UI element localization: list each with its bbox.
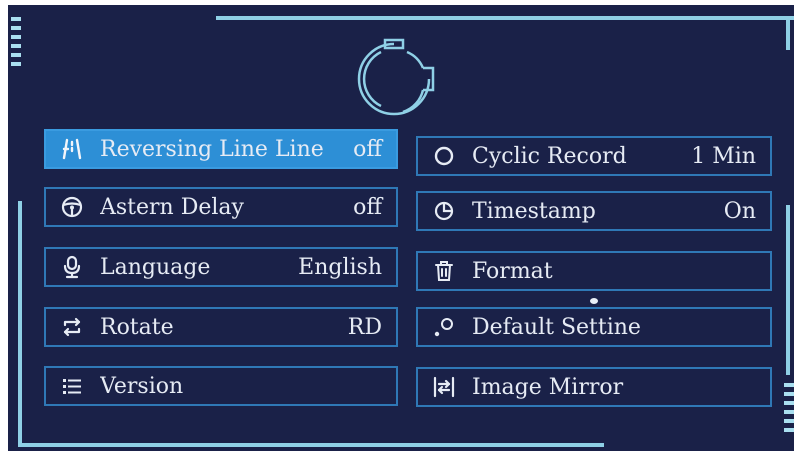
settings-gear-icon [357,38,435,116]
rotate-icon [58,313,86,341]
menu-item-label: Astern Delay [100,194,244,220]
trash-icon [430,257,458,285]
menu-item-label: Language [100,254,211,280]
menu-item-reversing-line[interactable]: Reversing Line Line off [44,129,398,169]
menu-item-label: Reversing Line Line [100,136,324,162]
reset-icon [430,313,458,341]
reversing-line-icon [58,135,86,163]
menu-item-label: Default Settine [472,314,641,340]
microphone-icon [58,253,86,281]
menu-item-label: Timestamp [472,198,596,224]
top-frame-line [216,16,794,20]
menu-item-value: RD [347,314,382,340]
mirror-icon [430,373,458,401]
menu-item-cyclic-record[interactable]: Cyclic Record 1 Min [416,136,772,176]
top-right-frame-line [786,16,790,50]
circle-icon [430,142,458,170]
list-icon [58,372,86,400]
menu-item-value: English [298,254,382,280]
menu-item-label: Cyclic Record [472,143,627,169]
menu-item-value: 1 Min [691,143,756,169]
menu-item-language[interactable]: Language English [44,247,398,287]
left-frame-line [18,201,22,445]
top-left-dots-decoration [11,17,21,66]
bottom-right-dots-decoration [784,383,794,432]
bottom-frame-line [18,443,604,447]
menu-item-value: off [353,194,382,220]
settings-screen: Reversing Line Line off Astern Delay off… [8,5,794,451]
menu-item-timestamp[interactable]: Timestamp On [416,191,772,231]
menu-item-version[interactable]: Version [44,366,398,406]
menu-item-label: Version [100,373,184,399]
steering-wheel-icon [58,193,86,221]
menu-item-label: Image Mirror [472,374,624,400]
right-frame-line [786,205,790,375]
menu-item-format[interactable]: Format [416,251,772,291]
indicator-dot [590,298,598,304]
menu-item-value: On [723,198,756,224]
menu-item-image-mirror[interactable]: Image Mirror [416,367,772,407]
menu-item-rotate[interactable]: Rotate RD [44,307,398,347]
menu-item-label: Rotate [100,314,174,340]
menu-item-label: Format [472,258,553,284]
menu-item-default-settine[interactable]: Default Settine [416,307,772,347]
clock-icon [430,197,458,225]
menu-item-value: off [353,136,382,162]
menu-item-astern-delay[interactable]: Astern Delay off [44,187,398,227]
